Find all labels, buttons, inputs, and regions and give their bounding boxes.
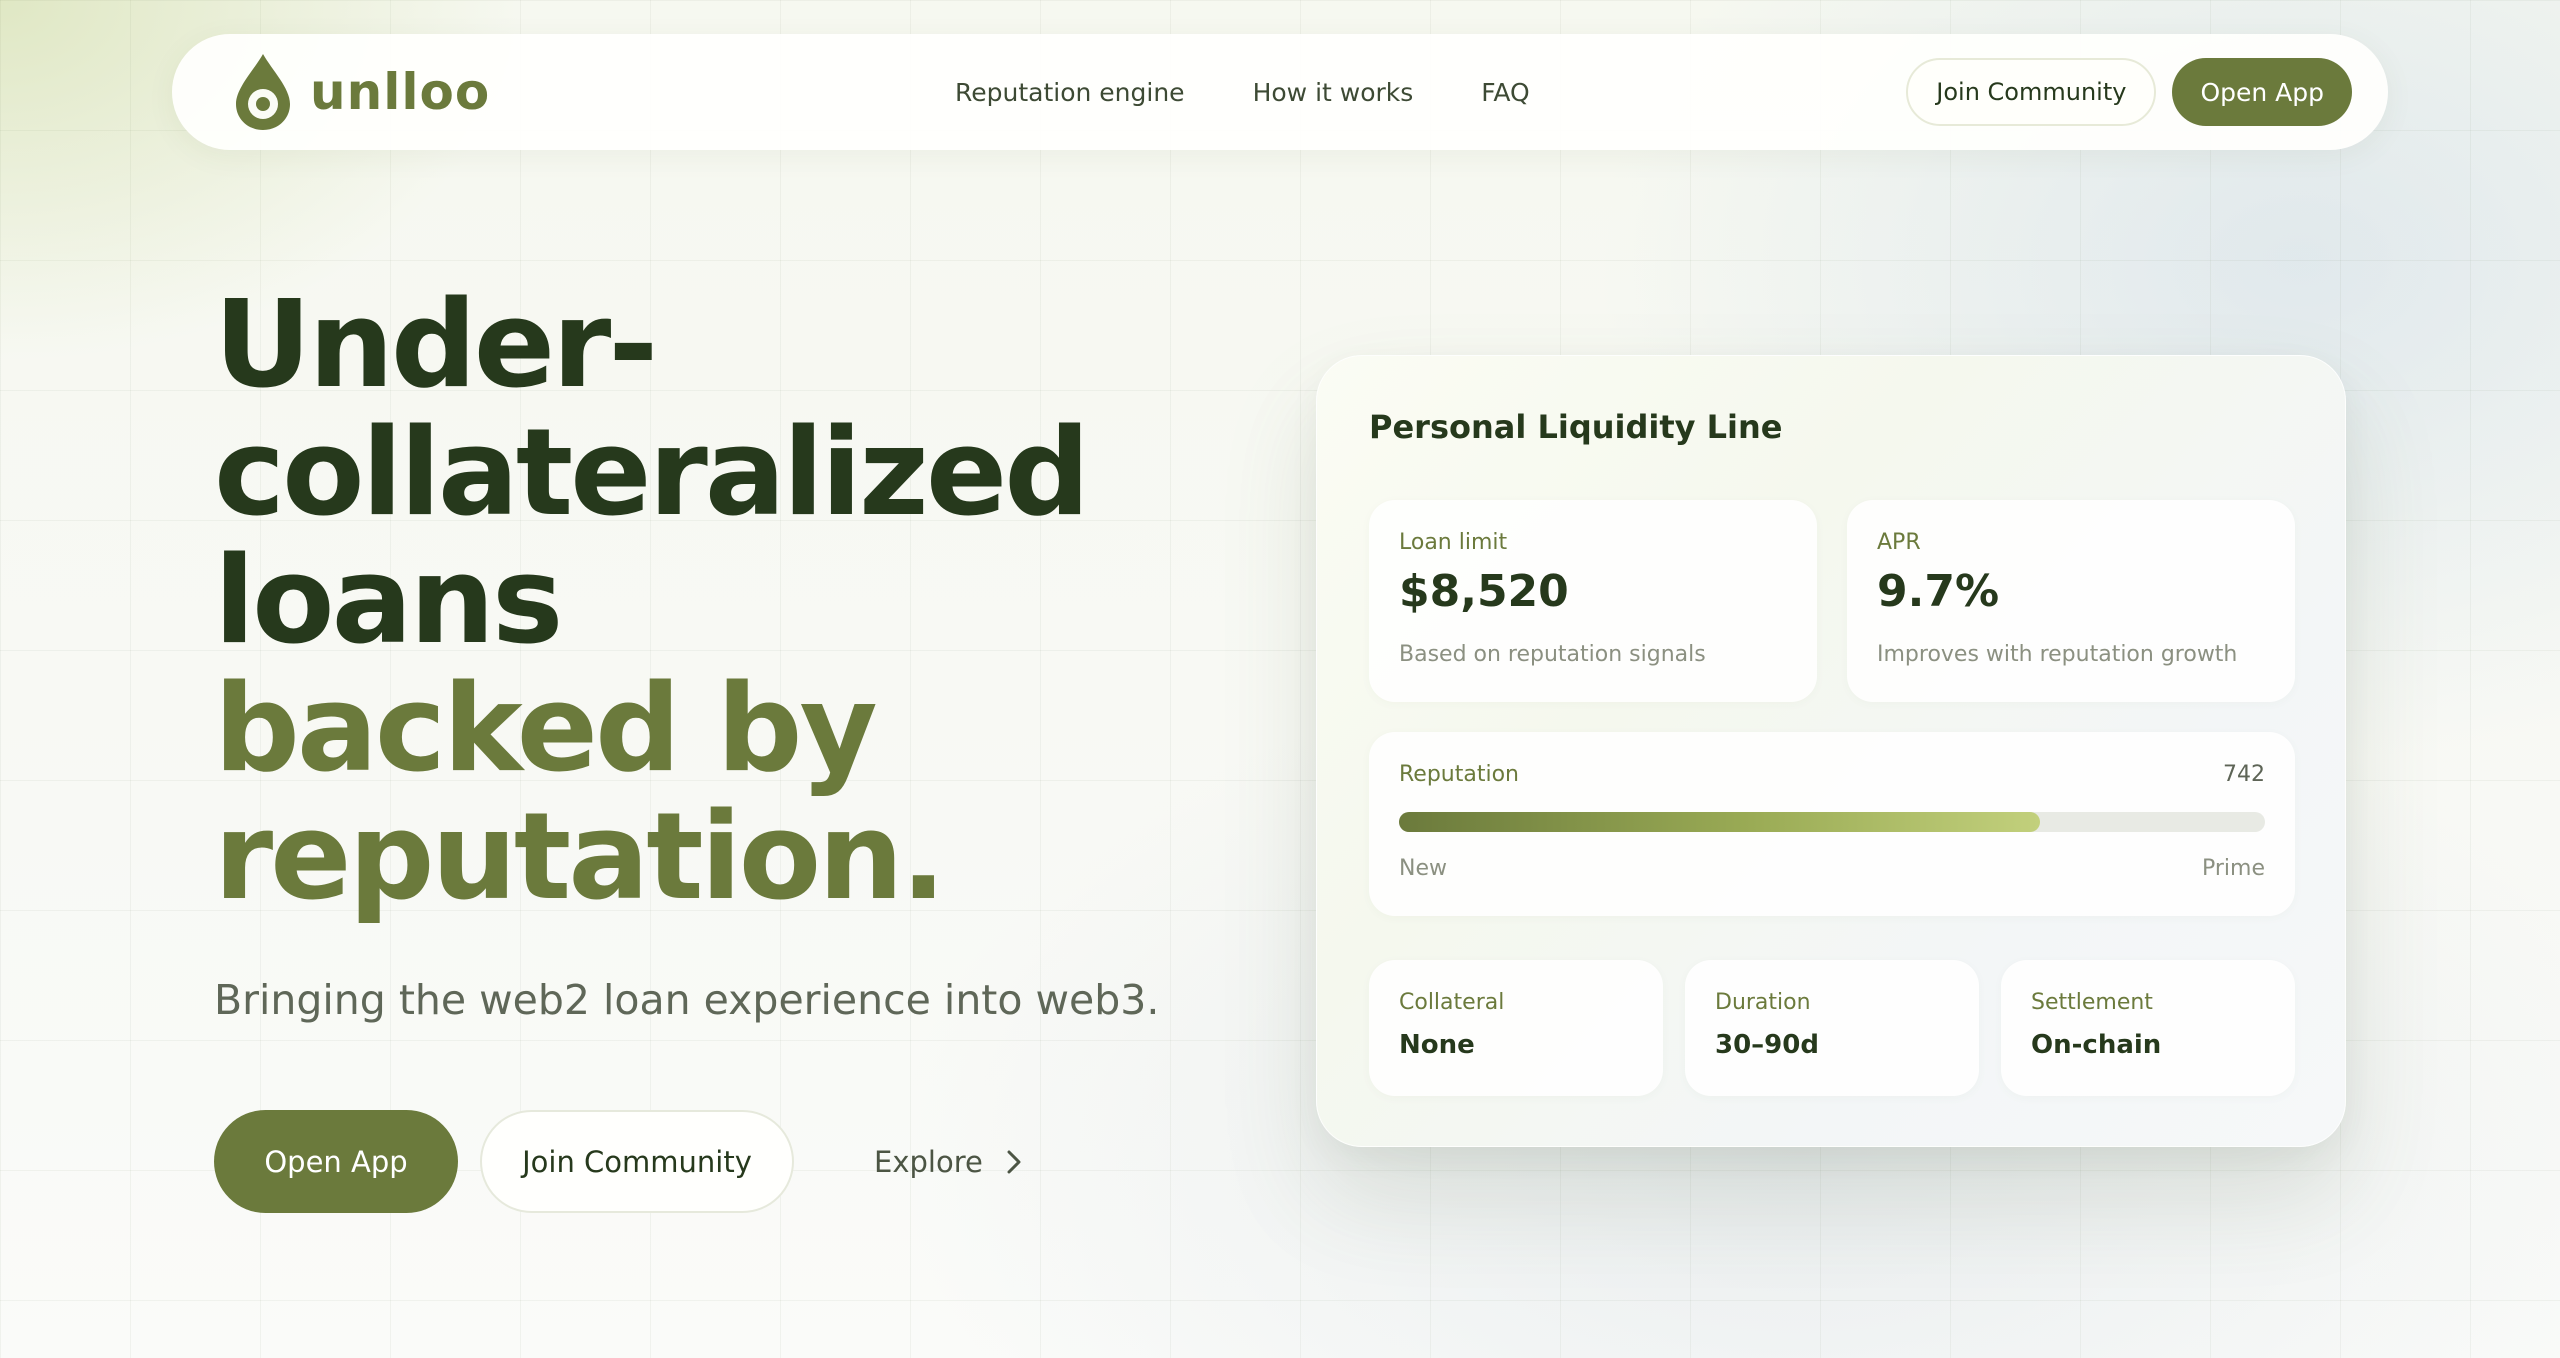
landing-page: unlloo Reputation engine How it works FA… bbox=[0, 0, 2560, 1358]
hero-title: Under- collateralized loans backed by re… bbox=[214, 282, 1214, 922]
reputation-label: Reputation bbox=[1399, 762, 1519, 787]
chevron-right-icon bbox=[1007, 1150, 1021, 1173]
top-navbar: unlloo Reputation engine How it works FA… bbox=[172, 34, 2388, 150]
explore-link[interactable]: Explore bbox=[874, 1145, 1025, 1179]
reputation-score: 742 bbox=[2223, 762, 2265, 787]
hero-cta-row: Open App Join Community Explore bbox=[214, 1110, 1025, 1213]
duration-value: 30–90d bbox=[1715, 1030, 1819, 1060]
explore-label: Explore bbox=[874, 1144, 983, 1179]
nav-links: Reputation engine How it works FAQ bbox=[955, 34, 1598, 150]
brand-name: unlloo bbox=[310, 63, 491, 121]
nav-open-app-button[interactable]: Open App bbox=[2172, 58, 2352, 126]
loan-limit-note: Based on reputation signals bbox=[1399, 642, 1706, 667]
duration-tile: Duration 30–90d bbox=[1685, 960, 1979, 1096]
hero-title-accent-line: reputation. bbox=[214, 788, 946, 927]
reputation-tile: Reputation 742 New Prime bbox=[1369, 732, 2295, 916]
hero-open-app-button[interactable]: Open App bbox=[214, 1110, 458, 1213]
nav-link-faq[interactable]: FAQ bbox=[1481, 78, 1529, 107]
nav-join-community-button[interactable]: Join Community bbox=[1906, 58, 2157, 126]
nav-actions: Join Community Open App bbox=[1906, 58, 2352, 126]
collateral-label: Collateral bbox=[1399, 990, 1505, 1015]
settlement-value: On-chain bbox=[2031, 1030, 2162, 1060]
nav-link-how-it-works[interactable]: How it works bbox=[1253, 78, 1414, 107]
collateral-tile: Collateral None bbox=[1369, 960, 1663, 1096]
reputation-min-label: New bbox=[1399, 856, 1447, 881]
settlement-label: Settlement bbox=[2031, 990, 2153, 1015]
collateral-value: None bbox=[1399, 1030, 1475, 1060]
hero-title-line: Under- bbox=[214, 276, 658, 415]
nav-link-reputation-engine[interactable]: Reputation engine bbox=[955, 78, 1185, 107]
hero-title-accent-line: backed by bbox=[214, 660, 878, 799]
loan-limit-tile: Loan limit $8,520 Based on reputation si… bbox=[1369, 500, 1817, 702]
apr-note: Improves with reputation growth bbox=[1877, 642, 2238, 667]
card-title: Personal Liquidity Line bbox=[1369, 408, 1783, 446]
hero-title-line: loans bbox=[214, 532, 563, 671]
reputation-bar-track bbox=[1399, 812, 2265, 832]
apr-tile: APR 9.7% Improves with reputation growth bbox=[1847, 500, 2295, 702]
hero-title-line: collateralized bbox=[214, 404, 1090, 543]
brand-logo[interactable]: unlloo bbox=[232, 52, 490, 132]
reputation-bar-fill bbox=[1399, 812, 2040, 832]
liquidity-line-card: Personal Liquidity Line Loan limit $8,52… bbox=[1316, 355, 2346, 1147]
apr-label: APR bbox=[1877, 530, 1921, 555]
apr-value: 9.7% bbox=[1877, 566, 2000, 617]
loan-limit-label: Loan limit bbox=[1399, 530, 1508, 555]
duration-label: Duration bbox=[1715, 990, 1811, 1015]
settlement-tile: Settlement On-chain bbox=[2001, 960, 2295, 1096]
loan-limit-value: $8,520 bbox=[1399, 566, 1569, 617]
hero-join-community-button[interactable]: Join Community bbox=[480, 1110, 794, 1213]
droplet-logo-icon bbox=[236, 54, 290, 130]
hero-subtitle: Bringing the web2 loan experience into w… bbox=[214, 976, 1160, 1024]
reputation-max-label: Prime bbox=[2201, 856, 2265, 881]
